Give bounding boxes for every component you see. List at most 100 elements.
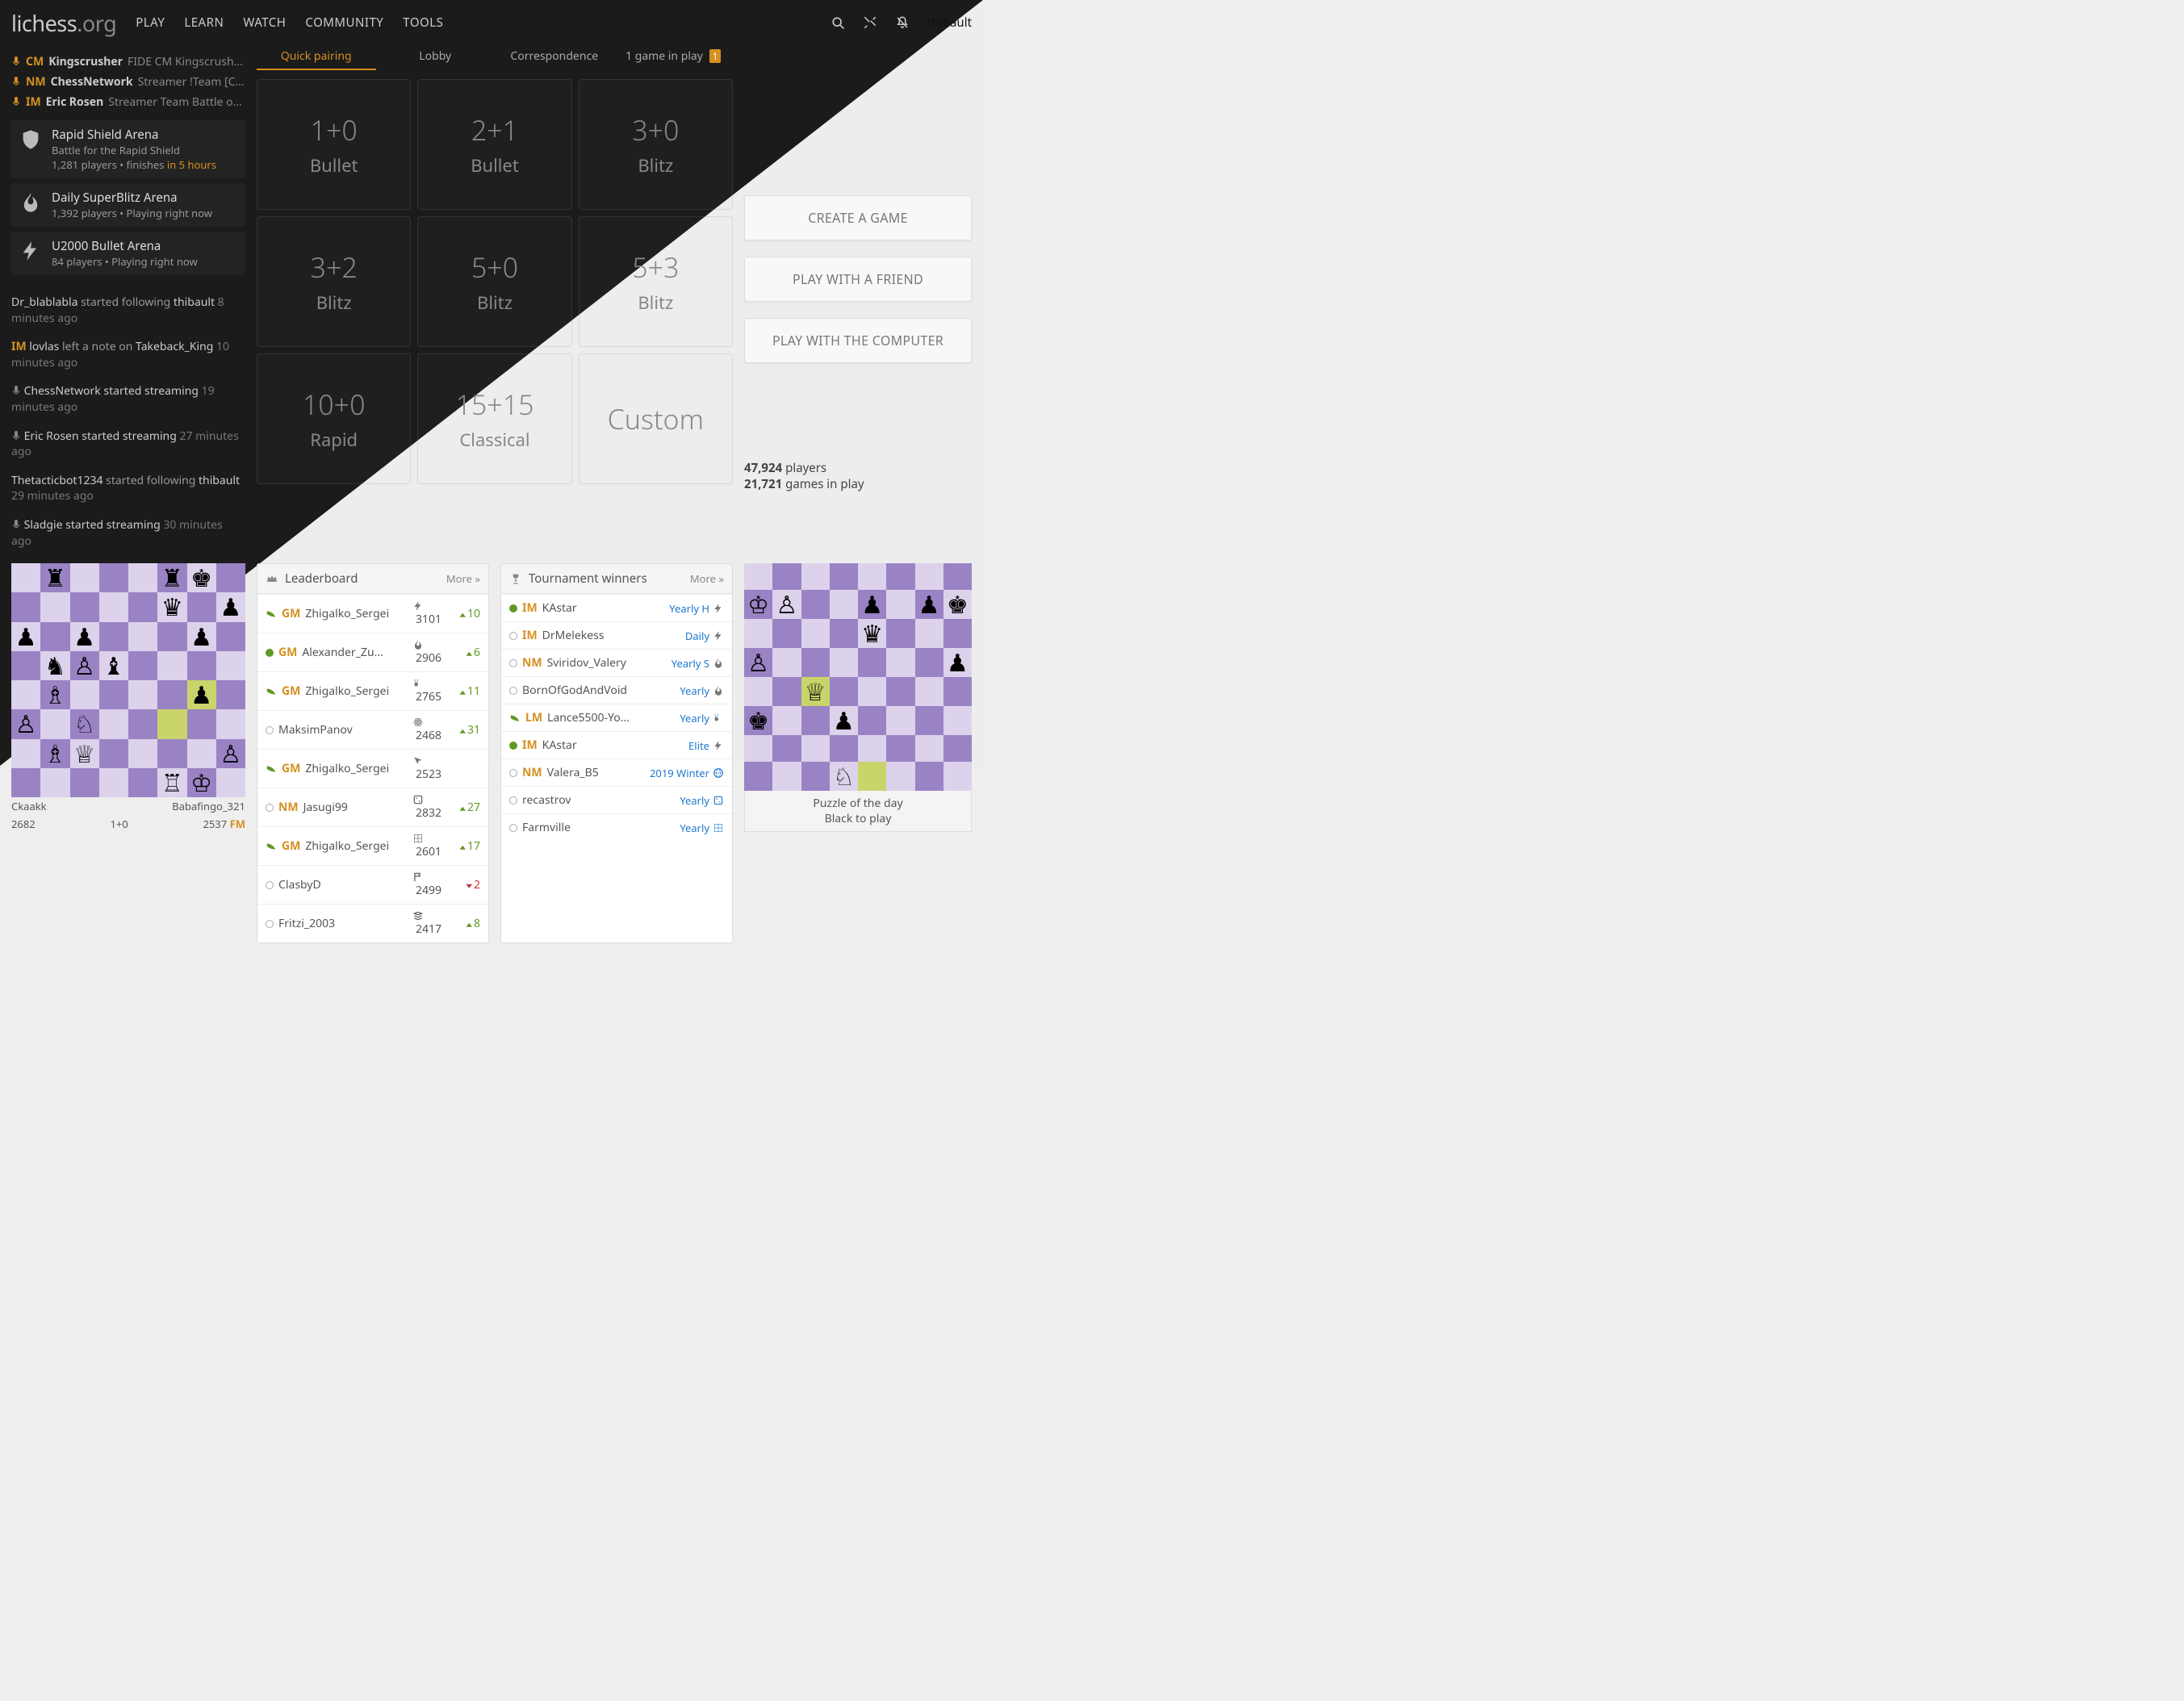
timeline-item: IM lovlas left a note on Takeback_King 1… [11, 332, 245, 377]
board-square: ♛ [157, 592, 186, 621]
play-with-friend-button[interactable]: PLAY WITH A FRIEND [744, 257, 972, 302]
nav-play[interactable]: PLAY [136, 15, 165, 31]
nav-tools[interactable]: TOOLS [403, 15, 443, 31]
challenges-icon[interactable] [863, 15, 877, 30]
user-menu[interactable]: thibault [927, 15, 972, 31]
timeline-item: Eric Rosen started streaming 27 minutes … [11, 422, 245, 466]
qp-custom[interactable]: Custom [579, 353, 733, 484]
leaderboard-row[interactable]: Fritzi_2003 2417 8 [257, 904, 488, 942]
timeline-item: Dr_blablabla started following thibault … [11, 288, 245, 332]
board-square: ♚ [744, 706, 772, 735]
board-square [40, 768, 69, 797]
nav-learn[interactable]: LEARN [184, 15, 224, 31]
tab-lobby[interactable]: Lobby [376, 48, 496, 70]
winners-more[interactable]: More » [690, 571, 724, 586]
board-square: ♙ [772, 590, 801, 619]
board-square: ♕ [801, 677, 830, 706]
board-square [11, 563, 40, 592]
tournament-winner-row[interactable]: BornOfGodAndVoid Yearly [501, 676, 732, 704]
featured-white-elo: 2682 [11, 817, 36, 831]
qp-blitz-3-2[interactable]: 3+2 Blitz [257, 216, 411, 347]
board-square [744, 619, 772, 648]
board-square [858, 762, 886, 791]
board-square [943, 706, 972, 735]
board-square [830, 648, 858, 677]
leaderboard-row[interactable]: GM Alexander_Zu... 2906 6 [257, 633, 488, 671]
tournament-winner-row[interactable]: Farmville Yearly [501, 813, 732, 841]
qp-rapid-10-0[interactable]: 10+0 Rapid [257, 353, 411, 484]
leaderboard-row[interactable]: NM Jasugi99 2832 27 [257, 788, 488, 826]
main-nav: PLAY LEARN WATCH COMMUNITY TOOLS [136, 15, 443, 31]
board-square [216, 768, 245, 797]
leaderboard-more[interactable]: More » [446, 571, 480, 586]
leaderboard-row[interactable]: GM Zhigalko_Sergei 3101 10 [257, 594, 488, 633]
board-square: ♟ [915, 590, 943, 619]
qp-bullet-2-1[interactable]: 2+1 Bullet [417, 79, 571, 210]
board-square [11, 739, 40, 768]
board-square [772, 563, 801, 590]
notifications-icon[interactable] [895, 15, 910, 30]
tab-games-in-play[interactable]: 1 game in play 1 [614, 48, 734, 70]
qp-blitz-5-0[interactable]: 5+0 Blitz [417, 216, 571, 347]
streamer-item[interactable]: NM ChessNetwork Streamer !Team [Chess... [11, 72, 245, 92]
leaderboard-row[interactable]: GM Zhigalko_Sergei 2601 17 [257, 826, 488, 865]
puzzle-of-the-day[interactable]: ♔♙♟♟♚♛♙♟♕♚♟♘ Puzzle of the day Black to … [744, 563, 972, 943]
search-icon[interactable] [831, 15, 845, 30]
tournament-winner-row[interactable]: NM Sviridov_Valery Yearly S [501, 649, 732, 676]
leaderboard-row[interactable]: GM Zhigalko_Sergei 2523 [257, 749, 488, 788]
streamer-item[interactable]: CM Kingscrusher FIDE CM Kingscrusher pla… [11, 52, 245, 72]
board-square [40, 592, 69, 621]
nav-watch[interactable]: WATCH [243, 15, 286, 31]
board-square [70, 592, 99, 621]
tournament-winner-row[interactable]: IM KAstar Yearly H [501, 594, 732, 621]
board-square [772, 648, 801, 677]
event-item[interactable]: Rapid Shield Arena Battle for the Rapid … [11, 120, 245, 178]
tab-correspondence[interactable]: Correspondence [495, 48, 614, 70]
board-square [11, 680, 40, 709]
create-game-button[interactable]: CREATE A GAME [744, 195, 972, 240]
event-item[interactable]: U2000 Bullet Arena 84 players • Playing … [11, 232, 245, 275]
leaderboard-row[interactable]: ClasbyD 2499 2 [257, 865, 488, 904]
board-square [128, 563, 157, 592]
tournament-winners-card: Tournament winners More » IM KAstar Year… [500, 563, 733, 943]
qp-blitz-5-3[interactable]: 5+3 Blitz [579, 216, 733, 347]
event-item[interactable]: Daily SuperBlitz Arena 1,392 players • P… [11, 183, 245, 227]
board-square [11, 768, 40, 797]
leaderboard-title: Leaderboard [285, 570, 358, 587]
board-square [830, 735, 858, 762]
flag-icon [412, 871, 424, 883]
board-square [915, 706, 943, 735]
featured-game[interactable]: ♜♜♚♛♟♟♟♟♞♙♝♗♟♙♘♗♕♙♖♔ Ckaakk Babafingo_32… [11, 563, 245, 943]
qp-classical-15-15[interactable]: 15+15 Classical [417, 353, 571, 484]
play-with-computer-button[interactable]: PLAY WITH THE COMPUTER [744, 318, 972, 363]
offline-dot-icon [509, 796, 517, 805]
featured-tc: 1+0 [110, 817, 128, 831]
timeline-item: Sladgie started streaming 30 minutes ago [11, 511, 245, 555]
board-square [157, 739, 186, 768]
leaderboard-row[interactable]: MaksimPanov 2468 31 [257, 710, 488, 749]
logo[interactable]: lichess.org [11, 8, 116, 38]
board-square [40, 622, 69, 651]
offline-dot-icon [509, 632, 517, 640]
tournament-winner-row[interactable]: IM DrMelekess Daily [501, 621, 732, 649]
board-square [11, 651, 40, 680]
board-square: ♘ [70, 709, 99, 738]
leaderboard-row[interactable]: GM Zhigalko_Sergei 2765 11 [257, 671, 488, 710]
tournament-winner-row[interactable]: LM Lance5500-Yo... Yearly [501, 704, 732, 731]
board-square: ♟ [11, 622, 40, 651]
tab-quick-pairing[interactable]: Quick pairing [257, 48, 376, 70]
nav-community[interactable]: COMMUNITY [305, 15, 383, 31]
board-square: ♟ [943, 648, 972, 677]
site-stats: 47,924 players 21,721 games in play [744, 460, 972, 492]
board-square [858, 706, 886, 735]
board-square: ♟ [70, 622, 99, 651]
tournament-winner-row[interactable]: recastrov Yearly [501, 786, 732, 813]
tournament-winner-row[interactable]: NM Valera_B5 2019 Winter [501, 759, 732, 786]
tournament-winner-row[interactable]: IM KAstar Elite [501, 731, 732, 759]
streamer-item[interactable]: IM Eric Rosen Streamer Team Battle on li… [11, 92, 245, 112]
board-square: ♙ [744, 648, 772, 677]
qp-blitz-3-0[interactable]: 3+0 Blitz [579, 79, 733, 210]
bolt-icon [412, 600, 424, 612]
qp-bullet-1-0[interactable]: 1+0 Bullet [257, 79, 411, 210]
board-square: ♘ [830, 762, 858, 791]
